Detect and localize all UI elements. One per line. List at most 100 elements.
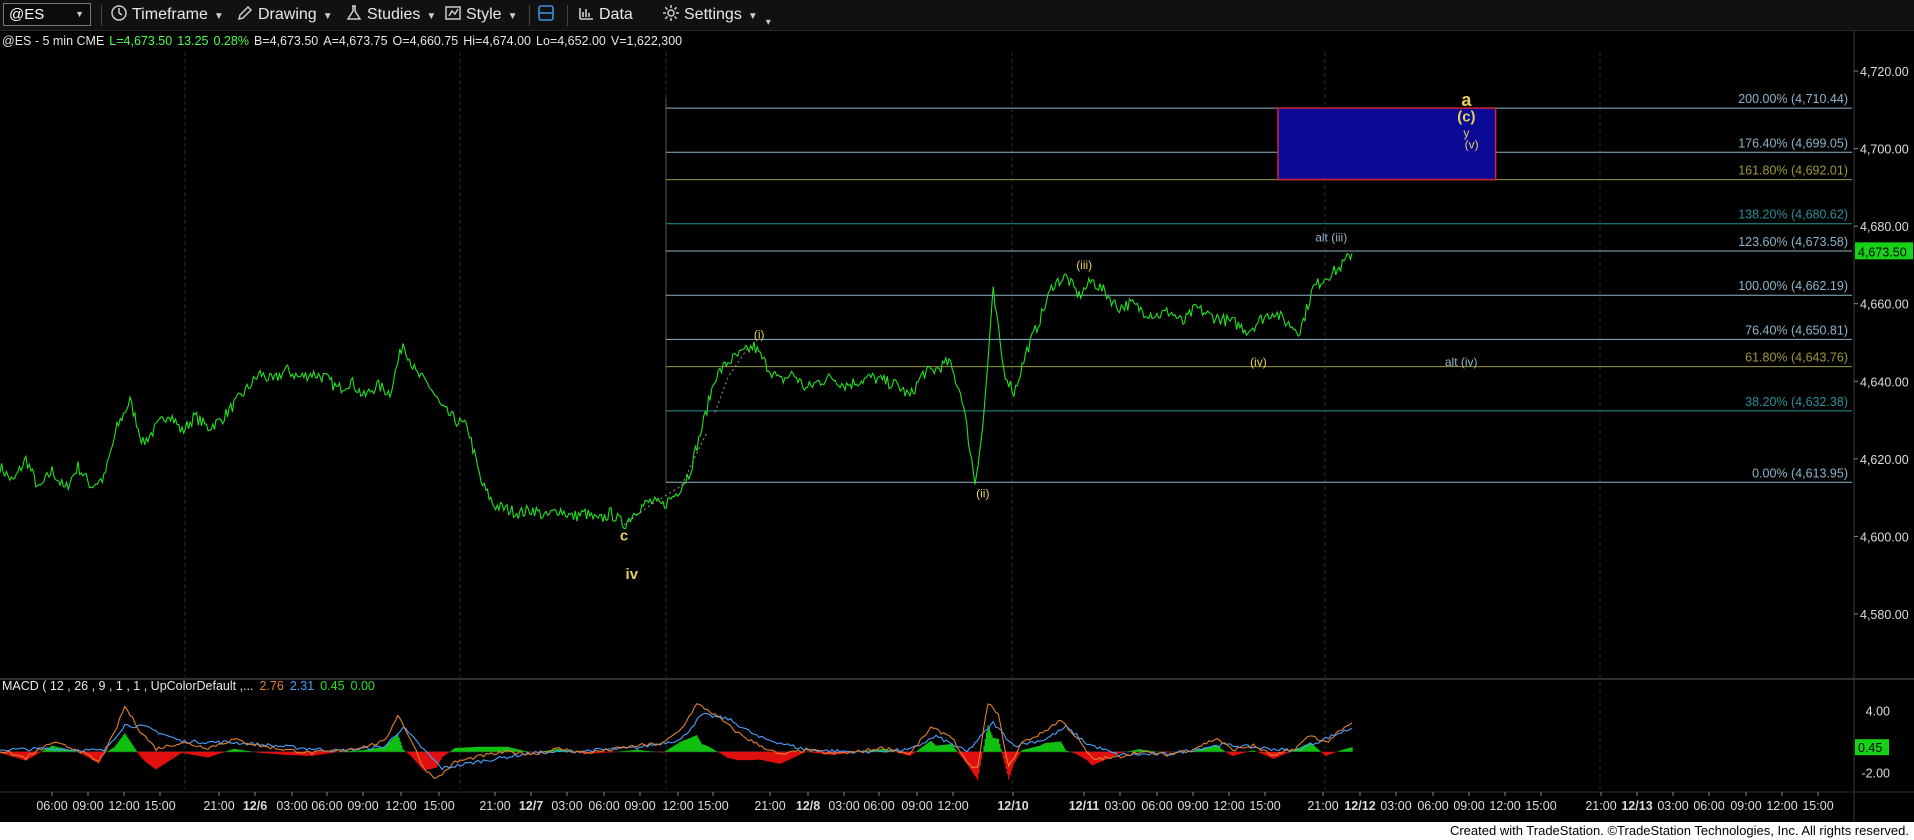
time-tick-label: 06:00 [1693,799,1724,813]
time-tick-label: 12/12 [1344,799,1375,813]
time-tick-label: 09:00 [1730,799,1761,813]
macd-zero-value: 0.00 [351,679,375,693]
time-tick-label: 12:00 [1213,799,1244,813]
time-tick-label: 15:00 [1249,799,1280,813]
time-tick-label: 06:00 [1141,799,1172,813]
fib-level-label: 38.20% (4,632.38) [1745,395,1848,409]
quote-bid: B=4,673.50 [254,34,318,48]
time-tick-label: 15:00 [697,799,728,813]
time-tick-label: 03:00 [551,799,582,813]
macd-signal-value: 2.31 [290,679,314,693]
time-tick-label: 12:00 [385,799,416,813]
price-tick-label: 4,680.00 [1860,220,1909,234]
data-label: Data [599,6,633,23]
settings-button[interactable]: Settings ▼ ▾ [662,4,771,28]
timeframe-label: Timeframe [132,6,208,23]
caret-down-icon: ▼ [213,11,224,22]
fib-level-label: 0.00% (4,613.95) [1752,466,1848,480]
macd-header: MACD ( 12 , 26 , 9 , 1 , 1 , UpColorDefa… [2,679,375,693]
caret-down-icon: ▼ [507,11,518,22]
time-tick-label: 06:00 [588,799,619,813]
time-tick-label: 15:00 [1802,799,1833,813]
wave-label: iv [626,566,639,583]
symbol-text: @ES [9,6,45,23]
macd-histogram-positive [40,725,1353,752]
last-price-label: 4,673.50 [1858,245,1907,259]
price-tick-label: 4,620.00 [1860,453,1909,467]
macd-signal-line [0,712,1353,771]
copyright-text: Created with TradeStation. ©TradeStation… [1449,823,1909,838]
time-tick-label: 09:00 [624,799,655,813]
timeframe-button[interactable]: Timeframe ▼ [110,4,224,26]
fib-level-label: 176.40% (4,699.05) [1738,136,1848,150]
studies-button[interactable]: Studies ▼ [345,4,436,26]
quote-volume: V=1,622,300 [611,34,682,48]
drawing-button[interactable]: Drawing ▼ [236,4,333,26]
pencil-icon [237,5,253,21]
quote-change: 13.25 [177,34,208,48]
quote-low: Lo=4,652.00 [536,34,606,48]
time-tick-label: 06:00 [1417,799,1448,813]
time-tick-label: 03:00 [1104,799,1135,813]
fib-level-label: 100.00% (4,662.19) [1738,279,1848,293]
quote-symbol-info: @ES - 5 min CME [2,34,104,48]
style-button[interactable]: Style ▼ [444,4,517,26]
time-tick-label: 12:00 [108,799,139,813]
price-tick-label: 4,720.00 [1860,65,1909,79]
drawing-label: Drawing [258,6,317,23]
layout-button[interactable] [537,4,559,26]
macd-histogram-negative [0,751,1338,780]
wave-label: (iv) [1250,355,1267,369]
clock-icon [111,5,127,21]
time-tick-label: 03:00 [828,799,859,813]
time-tick-label: 12:00 [1489,799,1520,813]
macd-hist-value: 0.45 [320,679,344,693]
time-tick-label: 12/11 [1069,799,1100,813]
time-tick-label: 09:00 [72,799,103,813]
time-tick-label: 15:00 [423,799,454,813]
symbol-selector[interactable]: @ES ▼ [3,3,91,26]
price-tick-label: 4,640.00 [1860,375,1909,389]
wave-label: c [620,527,628,544]
time-tick-label: 21:00 [1585,799,1616,813]
caret-down-icon: ▼ [426,11,437,22]
fib-level-label: 76.40% (4,650.81) [1745,323,1848,337]
bar-chart-icon [579,8,593,20]
time-tick-label: 09:00 [1453,799,1484,813]
price-tick-label: 4,600.00 [1860,530,1909,544]
caret-down-icon: ▼ [322,11,333,22]
price-panel-bg [0,31,1914,679]
macd-tick-label: -2.00 [1862,767,1891,781]
macd-panel: 4.00 -2.00 0.45 [0,703,1891,781]
macd-last-label: 0.45 [1858,741,1882,755]
macd-tick-label: 4.00 [1866,705,1890,719]
caret-down-icon: ▼ [747,11,758,22]
time-tick-label: 21:00 [754,799,785,813]
time-tick-label: 06:00 [36,799,67,813]
wave-label: (v) [1465,138,1479,152]
layout-icon [538,5,554,21]
price-chart[interactable]: 200.00% (4,710.44) 176.40% (4,699.05) 161.… [0,31,1914,822]
time-tick-label: 12/10 [997,799,1028,813]
data-button[interactable]: Data [577,4,633,26]
quote-header: @ES - 5 min CME L=4,673.50 13.25 0.28% B=4,6… [2,34,682,48]
time-tick-label: 06:00 [311,799,342,813]
flask-icon [346,5,362,20]
time-tick-label: 12/6 [243,799,267,813]
time-tick-label: 12:00 [662,799,693,813]
quote-high: Hi=4,674.00 [463,34,531,48]
time-tick-label: 12:00 [1766,799,1797,813]
time-tick-label: 09:00 [901,799,932,813]
time-tick-label: 09:00 [1177,799,1208,813]
time-tick-label: 21:00 [479,799,510,813]
chevron-down-icon: ▼ [75,9,84,19]
wave-label: (c) [1457,108,1475,125]
fib-level-label: 138.20% (4,680.62) [1738,208,1848,222]
time-tick-label: 12:00 [937,799,968,813]
wave-label: (iii) [1076,258,1092,272]
price-tick-label: 4,580.00 [1860,608,1909,622]
quote-last: L=4,673.50 [109,34,172,48]
quote-percent: 0.28% [214,34,249,48]
style-label: Style [466,6,502,23]
time-tick-label: 12/13 [1621,799,1652,813]
